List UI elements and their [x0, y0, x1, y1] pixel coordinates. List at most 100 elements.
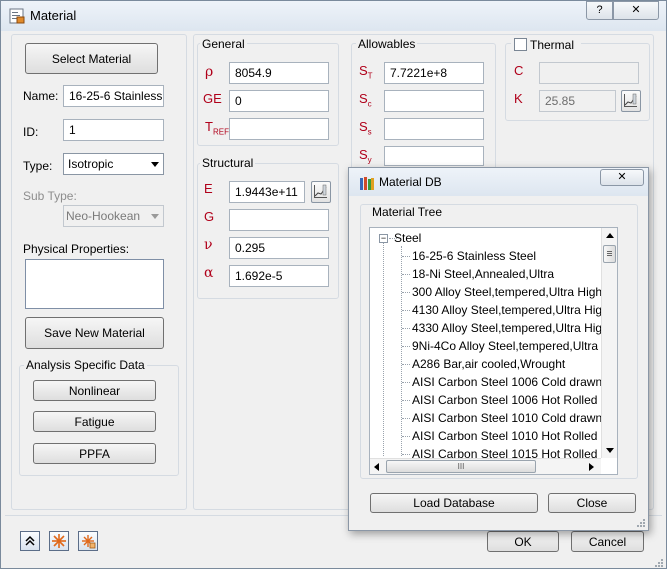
st-symbol: ST: [359, 63, 373, 81]
resize-grip-icon[interactable]: [635, 517, 646, 528]
ge-field[interactable]: 0: [229, 90, 329, 112]
nu-field[interactable]: 0.295: [229, 237, 329, 259]
burst-icon: [52, 534, 66, 548]
name-label: Name:: [23, 89, 59, 103]
expand-selected-button[interactable]: [78, 531, 98, 551]
material-db-close-button[interactable]: Close: [548, 493, 636, 513]
rho-field[interactable]: 8054.9: [229, 62, 329, 84]
st-field[interactable]: 7.7221e+8: [384, 62, 484, 84]
ok-button[interactable]: OK: [487, 531, 559, 552]
thermal-toggle[interactable]: Thermal: [511, 37, 581, 53]
tree-line: [402, 436, 410, 437]
g-field[interactable]: [229, 209, 329, 231]
k-field: 25.85: [539, 90, 616, 112]
tree-line: [402, 400, 410, 401]
burst-grid-icon: [82, 535, 96, 549]
tree-horizontal-scrollbar[interactable]: III: [370, 458, 601, 474]
collapse-button[interactable]: [20, 531, 40, 551]
physical-properties-textarea[interactable]: [25, 259, 164, 309]
rho-symbol: ρ: [205, 64, 214, 80]
thermal-table-button[interactable]: [621, 90, 641, 112]
id-label: ID:: [23, 125, 39, 139]
c-symbol: C: [514, 63, 524, 78]
tref-field[interactable]: [229, 118, 329, 140]
material-tree-title: Material Tree: [370, 205, 445, 219]
type-label: Type:: [23, 159, 53, 173]
chevron-down-icon: [151, 214, 159, 219]
tree-node-label: Steel: [394, 231, 422, 245]
select-material-button[interactable]: Select Material: [25, 43, 158, 74]
sc-field[interactable]: [384, 90, 484, 112]
subtype-label: Sub Type:: [23, 189, 77, 203]
fatigue-button[interactable]: Fatigue: [33, 411, 156, 432]
material-db-close-x[interactable]: ✕: [600, 169, 644, 186]
type-dropdown[interactable]: Isotropic: [63, 153, 164, 175]
structural-group-title: Structural: [200, 156, 256, 170]
name-field[interactable]: 16-25-6 Stainless S: [63, 85, 164, 107]
e-field[interactable]: 1.9443e+11: [229, 181, 305, 203]
tree-node-label: A286 Bar,air cooled,Wrought: [412, 357, 566, 371]
ge-symbol: GE: [203, 91, 222, 106]
tree-line: [402, 292, 410, 293]
tree-line: [402, 274, 410, 275]
material-db-title-bar[interactable]: Material DB ✕: [349, 168, 648, 196]
load-database-button[interactable]: Load Database: [370, 493, 538, 513]
id-field[interactable]: 1: [63, 119, 164, 141]
scroll-down-icon[interactable]: [606, 448, 614, 453]
tree-node-label: 300 Alloy Steel,tempered,Ultra High: [412, 285, 603, 299]
resize-grip-icon[interactable]: [653, 557, 664, 568]
scroll-up-icon[interactable]: [606, 233, 614, 238]
cancel-button[interactable]: Cancel: [571, 531, 644, 552]
ss-symbol: Ss: [359, 119, 372, 137]
window-title: Material: [30, 8, 77, 23]
material-db-dialog: Material DB ✕ Material Tree − Steel 16-2…: [348, 167, 649, 531]
tree-line: [402, 418, 410, 419]
thermal-checkbox[interactable]: [514, 38, 527, 51]
thermometer-chart-icon: [314, 184, 327, 198]
thermometer-chart-icon: [624, 93, 637, 107]
save-new-material-button[interactable]: Save New Material: [25, 317, 164, 349]
subtype-dropdown-value: Neo-Hookean: [66, 209, 141, 223]
close-window-button[interactable]: ✕: [613, 1, 659, 20]
tree-node-label: 9Ni-4Co Alloy Steel,tempered,Ultra: [412, 339, 599, 353]
grip-icon: [607, 251, 612, 256]
tree-line: [402, 328, 410, 329]
allowables-group-title: Allowables: [356, 37, 418, 51]
expand-all-button[interactable]: [49, 531, 69, 551]
thermal-label: Thermal: [530, 38, 575, 52]
alpha-symbol: α: [204, 265, 214, 281]
nonlinear-button[interactable]: Nonlinear: [33, 380, 156, 401]
tree-node-label: 16-25-6 Stainless Steel: [412, 249, 537, 263]
tree-vertical-scrollbar[interactable]: [601, 228, 617, 458]
title-bar[interactable]: Material ? ✕: [1, 1, 666, 31]
tree-node-label: AISI Carbon Steel 1006 Hot Rolled: [412, 393, 598, 407]
tree-line: [402, 346, 410, 347]
nu-symbol: ν: [204, 237, 213, 253]
alpha-field[interactable]: 1.692e-5: [229, 265, 329, 287]
analysis-group-title: Analysis Specific Data: [24, 358, 147, 372]
sy-field[interactable]: [384, 146, 484, 166]
tree-line: [402, 454, 410, 455]
chevron-down-icon: [151, 162, 159, 167]
horizontal-scroll-thumb[interactable]: III: [386, 460, 536, 473]
ppfa-button[interactable]: PPFA: [33, 443, 156, 464]
tree-node-label: 18-Ni Steel,Annealed,Ultra: [412, 267, 555, 281]
tree-line: [402, 256, 410, 257]
tree-node-label: AISI Carbon Steel 1010 Hot Rolled: [412, 429, 598, 443]
material-tree-view[interactable]: − Steel 16-25-6 Stainless Steel 18-Ni Ste…: [369, 227, 618, 475]
material-window: Material ? ✕ Select Material Name: 16-25…: [0, 0, 667, 569]
vertical-scroll-thumb[interactable]: [603, 245, 616, 263]
physical-properties-label: Physical Properties:: [23, 242, 130, 256]
collapse-toggle-icon[interactable]: −: [379, 234, 388, 243]
double-chevron-up-icon: [25, 535, 35, 546]
sy-symbol: Sy: [359, 147, 372, 165]
tree-node-label: 4330 Alloy Steel,tempered,Ultra High: [412, 321, 609, 335]
help-button[interactable]: ?: [586, 1, 613, 20]
tree-line: [402, 364, 410, 365]
subtype-dropdown: Neo-Hookean: [63, 205, 164, 227]
temperature-table-button[interactable]: [311, 181, 331, 203]
scroll-left-icon[interactable]: [374, 463, 379, 471]
ss-field[interactable]: [384, 118, 484, 140]
tree-line: [383, 236, 384, 456]
scroll-right-icon[interactable]: [589, 463, 594, 471]
